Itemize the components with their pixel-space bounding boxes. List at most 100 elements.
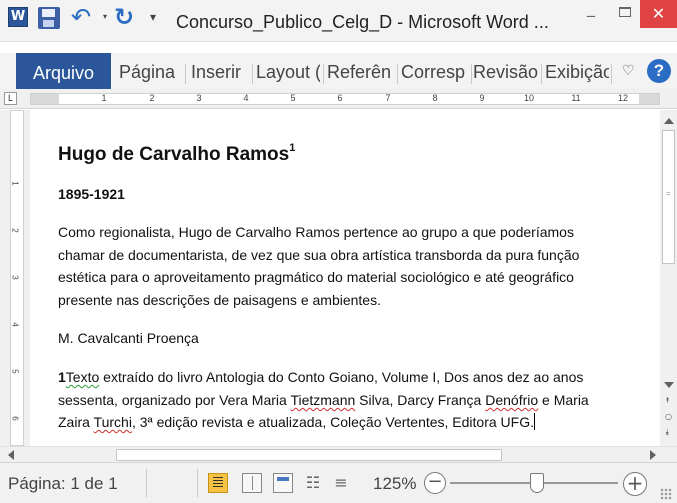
footnote-text: Silva, Darcy França: [355, 392, 486, 408]
tab-exibicao[interactable]: Exibição: [545, 62, 609, 83]
minimize-button[interactable]: _: [574, 0, 608, 28]
vertical-scroll-thumb[interactable]: [662, 130, 675, 264]
outline-view-icon[interactable]: ☷: [303, 473, 323, 493]
document-page[interactable]: Hugo de Carvalho Ramos1 1895-1921 Como r…: [30, 110, 660, 446]
ruler-number: 4: [243, 93, 249, 103]
ribbon-tabs: Arquivo Página Inserir Layout ( Referên …: [0, 53, 677, 93]
heading-footnote-ref[interactable]: 1: [289, 142, 295, 154]
footnote-text: sessenta, organizado por Vera Maria: [58, 392, 291, 408]
ruler-number: 7: [385, 93, 391, 103]
tab-separator: [185, 64, 186, 84]
customize-qat-icon[interactable]: ▾: [150, 10, 156, 24]
zoom-slider-thumb[interactable]: [530, 473, 545, 493]
window-title: Concurso_Publico_Celg_D - Microsoft Word…: [176, 12, 549, 32]
document-heading: Hugo de Carvalho Ramos1: [58, 142, 295, 166]
resize-grip-icon[interactable]: [660, 488, 672, 500]
horizontal-ruler-bar: L 1 2 3 4 5 6 7 8 9 10 11 12: [0, 89, 677, 196]
tab-separator: [611, 64, 612, 84]
zoom-in-button[interactable]: +: [623, 472, 647, 496]
vruler-number: 5: [10, 369, 20, 374]
tab-separator: [252, 64, 253, 84]
undo-dropdown-icon[interactable]: ▾: [103, 12, 107, 21]
print-layout-icon[interactable]: [208, 473, 228, 493]
text-cursor: [534, 413, 535, 430]
vertical-scrollbar[interactable]: ⯭ ○ ⯯: [660, 110, 677, 446]
ruler-number: 2: [149, 93, 155, 103]
right-margin-area: [639, 94, 659, 104]
page-count-status[interactable]: Página: 1 de 1: [8, 474, 118, 494]
ruler-number: 11: [571, 93, 581, 103]
footnote-line: Zaira Turchi, 3ª edição revista e atuali…: [58, 411, 535, 434]
tab-layout[interactable]: Layout (: [256, 62, 320, 83]
spelling-flag-word[interactable]: Turchi: [94, 414, 132, 430]
left-margin-area: [31, 94, 59, 104]
paragraph-line: estética para o aproveitamento pragmátic…: [58, 269, 574, 285]
tab-separator: [323, 64, 324, 84]
footnote-line: sessenta, organizado por Vera Maria Tiet…: [58, 389, 589, 412]
vruler-number: 2: [10, 228, 20, 233]
footnote-text: Zaira: [58, 414, 94, 430]
maximize-icon: [619, 7, 631, 17]
zoom-out-button[interactable]: −: [424, 472, 446, 494]
vruler-number: 3: [10, 275, 20, 280]
tab-correspondencias[interactable]: Corresp: [401, 62, 469, 83]
tab-referencias[interactable]: Referên: [327, 62, 395, 83]
vruler-number: 4: [10, 322, 20, 327]
ruler-number: 10: [523, 93, 535, 103]
next-page-icon[interactable]: ⯯: [665, 428, 670, 438]
horizontal-scrollbar[interactable]: [0, 446, 677, 462]
zoom-level[interactable]: 125%: [373, 474, 416, 494]
scroll-left-icon[interactable]: [8, 450, 14, 460]
status-separator: [197, 469, 198, 497]
footnote-marker: 1: [58, 369, 66, 385]
footnote-text: extraído do livro Antologia do Conto Goi…: [99, 369, 584, 385]
tab-selector[interactable]: L: [4, 92, 17, 105]
horizontal-scroll-thumb[interactable]: [116, 449, 502, 461]
scroll-right-icon[interactable]: [650, 450, 656, 460]
undo-icon[interactable]: ↶: [71, 3, 91, 31]
paragraph-line: presente nas descrições de paisagens e a…: [58, 292, 381, 308]
tab-separator: [541, 64, 542, 84]
footnote-text: e Maria: [538, 392, 589, 408]
draft-view-icon[interactable]: ≡: [331, 473, 351, 493]
ruler-number: 12: [617, 93, 629, 103]
ruler-number: 6: [337, 93, 343, 103]
spelling-flag-word[interactable]: Denófrio: [485, 392, 538, 408]
status-bar: Página: 1 de 1 ☷ ≡ 125% − +: [0, 462, 677, 503]
word-logo-icon[interactable]: W: [8, 7, 28, 27]
tab-revisao[interactable]: Revisão: [473, 62, 539, 83]
ruler-number: 5: [290, 93, 296, 103]
help-icon[interactable]: ?: [647, 59, 671, 83]
close-button[interactable]: ✕: [640, 0, 677, 28]
tab-separator: [471, 64, 472, 84]
previous-page-icon[interactable]: ⯭: [665, 396, 670, 406]
web-layout-icon[interactable]: [273, 473, 293, 493]
title-bar: W ↶ ▾ ↻ ▾ Concurso_Publico_Celg_D - Micr…: [0, 0, 677, 42]
vruler-number: 6: [10, 416, 20, 421]
tab-separator: [397, 64, 398, 84]
read-mode-icon[interactable]: [242, 473, 262, 493]
vertical-ruler[interactable]: 1 2 3 4 5 6: [10, 110, 24, 446]
paragraph-line: chamar de documentarista, de vez que sua…: [58, 247, 580, 263]
ruler-number: 1: [101, 93, 107, 103]
horizontal-ruler[interactable]: 1 2 3 4 5 6 7 8 9 10 11 12: [30, 93, 660, 105]
redo-icon[interactable]: ↻: [114, 3, 134, 31]
browse-object-icon[interactable]: ○: [665, 412, 672, 421]
spelling-flag-word[interactable]: Tietzmann: [290, 392, 355, 408]
scroll-up-icon[interactable]: [664, 118, 674, 124]
paragraph-line: Como regionalista, Hugo de Carvalho Ramo…: [58, 224, 574, 240]
footnote-text: , 3ª edição revista e atualizada, Coleçã…: [131, 414, 534, 430]
tab-pagina[interactable]: Página: [119, 62, 179, 83]
heading-text: Hugo de Carvalho Ramos: [58, 144, 290, 165]
vruler-number: 1: [10, 181, 20, 186]
ruler-number: 9: [479, 93, 485, 103]
tab-arquivo[interactable]: Arquivo: [16, 53, 111, 93]
grammar-flag-word[interactable]: Texto: [66, 369, 99, 385]
scroll-down-icon[interactable]: [664, 382, 674, 388]
tab-inserir[interactable]: Inserir: [191, 62, 251, 83]
maximize-button[interactable]: [610, 0, 640, 28]
ribbon-collapse-icon[interactable]: ♡: [622, 63, 635, 79]
save-icon[interactable]: [38, 7, 60, 29]
ruler-number: 8: [432, 93, 438, 103]
ruler-number: 3: [196, 93, 202, 103]
